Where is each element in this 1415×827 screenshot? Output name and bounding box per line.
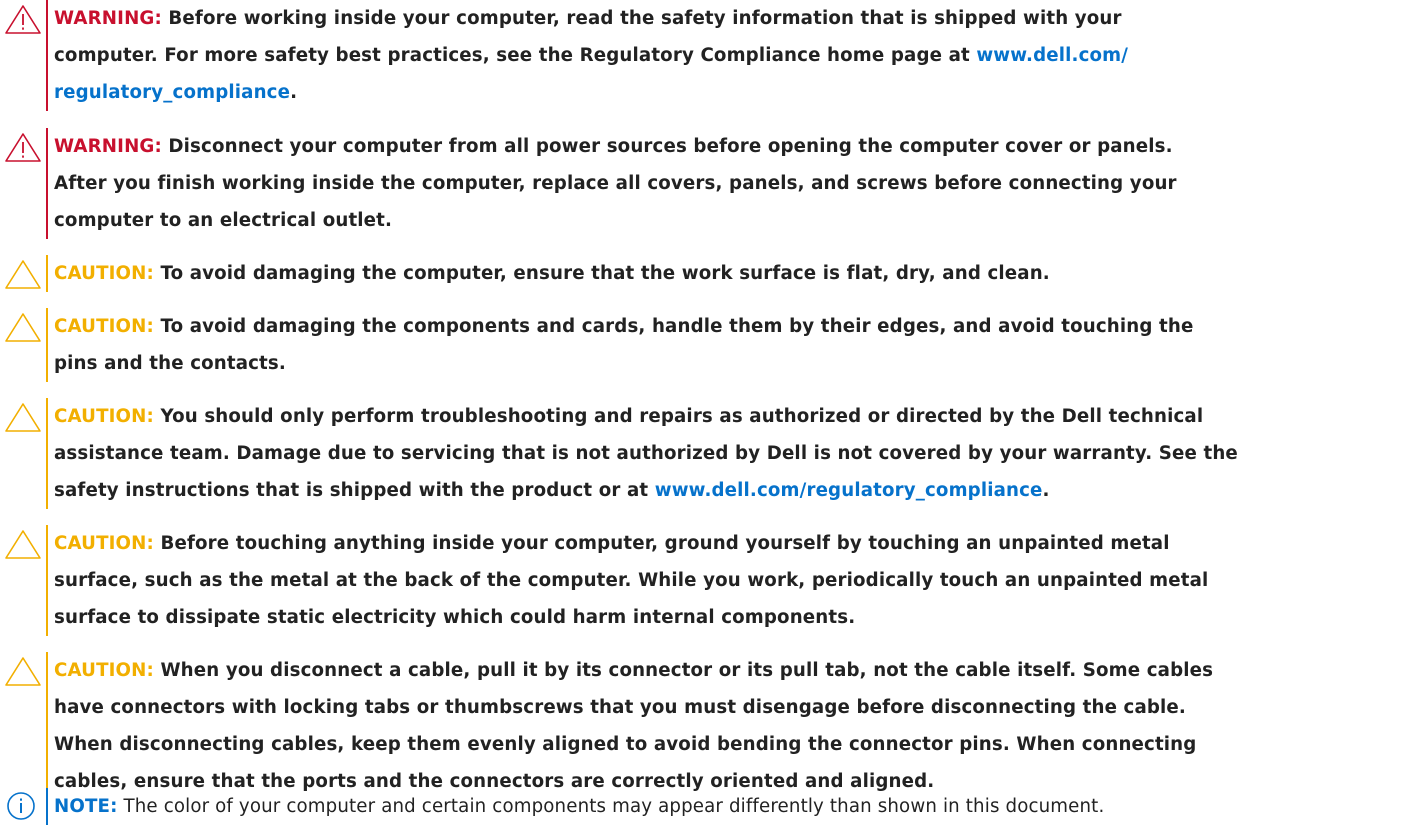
notice-text: assistance team. Damage due to servicing… bbox=[54, 443, 1238, 464]
warning-triangle-icon bbox=[3, 131, 43, 163]
notice-body: NOTE: The color of your computer and cer… bbox=[46, 788, 1412, 825]
notice-text: surface, such as the metal at the back o… bbox=[54, 570, 1209, 591]
notice-body: WARNING: Disconnect your computer from a… bbox=[46, 128, 1412, 239]
notice-text: . bbox=[290, 82, 298, 103]
notice-text: Before working inside your computer, rea… bbox=[168, 8, 1122, 29]
caution-triangle-icon bbox=[3, 655, 43, 687]
regulatory-compliance-link[interactable]: www.dell.com/regulatory_compliance bbox=[655, 480, 1043, 501]
regulatory-compliance-link[interactable]: regulatory_compliance bbox=[54, 82, 290, 103]
notice-label: CAUTION: bbox=[54, 406, 154, 427]
notice-label: CAUTION: bbox=[54, 316, 154, 337]
notice-text: You should only perform troubleshooting … bbox=[160, 406, 1204, 427]
info-circle-icon bbox=[3, 790, 43, 822]
caution-triangle-icon bbox=[3, 528, 43, 560]
notice-text: pins and the contacts. bbox=[54, 353, 286, 374]
notice-text: To avoid damaging the components and car… bbox=[160, 316, 1194, 337]
notice-text: computer. For more safety best practices… bbox=[54, 45, 970, 66]
notice-text: safety instructions that is shipped with… bbox=[54, 480, 649, 501]
notice-body: CAUTION: Before touching anything inside… bbox=[46, 525, 1412, 636]
notice-label: WARNING: bbox=[54, 136, 162, 157]
notice-body: CAUTION: When you disconnect a cable, pu… bbox=[46, 652, 1412, 800]
notice-text: . bbox=[1042, 480, 1050, 501]
notice-text: Disconnect your computer from all power … bbox=[168, 136, 1173, 157]
notice-body: CAUTION: To avoid damaging the component… bbox=[46, 308, 1412, 382]
notice-text: surface to dissipate static electricity … bbox=[54, 607, 856, 628]
notice-text: When you disconnect a cable, pull it by … bbox=[160, 660, 1214, 681]
caution-triangle-icon bbox=[3, 258, 43, 290]
notice-text: Before touching anything inside your com… bbox=[160, 533, 1170, 554]
notice-text: To avoid damaging the computer, ensure t… bbox=[160, 263, 1050, 284]
caution-triangle-icon bbox=[3, 401, 43, 433]
notice-label: CAUTION: bbox=[54, 660, 154, 681]
notice-label: CAUTION: bbox=[54, 263, 154, 284]
warning-triangle-icon bbox=[3, 3, 43, 35]
notice-text: When disconnecting cables, keep them eve… bbox=[54, 734, 1197, 755]
notice-label: CAUTION: bbox=[54, 533, 154, 554]
notice-label: WARNING: bbox=[54, 8, 162, 29]
notice-label: NOTE: bbox=[54, 796, 118, 817]
notice-text: have connectors with locking tabs or thu… bbox=[54, 697, 1186, 718]
notice-text: After you finish working inside the comp… bbox=[54, 173, 1177, 194]
regulatory-compliance-link[interactable]: www.dell.com/ bbox=[976, 45, 1128, 66]
notice-text: The color of your computer and certain c… bbox=[123, 796, 1105, 817]
notice-text: computer to an electrical outlet. bbox=[54, 210, 393, 231]
notice-body: CAUTION: To avoid damaging the computer,… bbox=[46, 255, 1412, 292]
caution-triangle-icon bbox=[3, 311, 43, 343]
notice-body: WARNING: Before working inside your comp… bbox=[46, 0, 1412, 111]
notice-body: CAUTION: You should only perform trouble… bbox=[46, 398, 1412, 509]
